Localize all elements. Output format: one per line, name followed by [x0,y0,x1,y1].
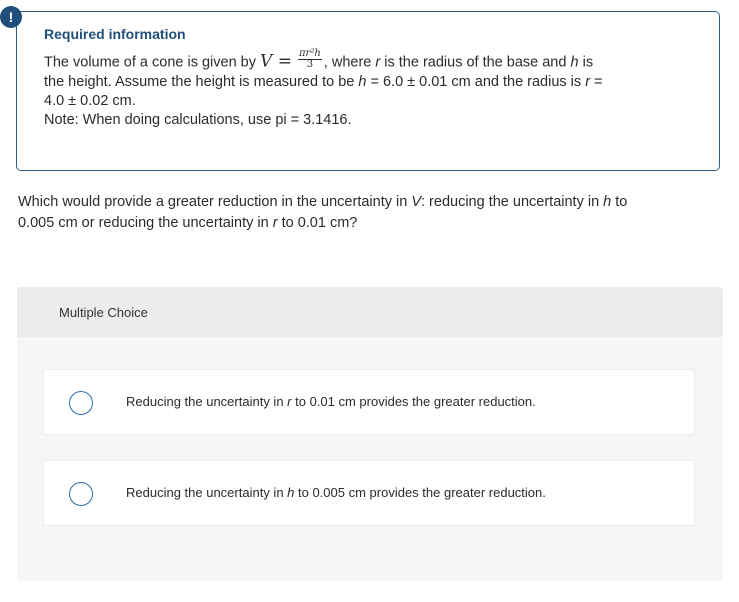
formula-fraction: πr²h 3 [297,49,322,70]
radio-button-icon[interactable] [69,391,93,415]
radio-button-icon[interactable] [69,482,93,506]
info-note: Note: When doing calculations, use pi = … [44,112,352,128]
multiple-choice-panel: Multiple Choice Reducing the uncertainty… [17,287,723,581]
choice-option-h[interactable]: Reducing the uncertainty in h to 0.005 c… [43,460,695,526]
required-info-title: Required information [44,26,186,42]
info-line-1: The volume of a cone is given by V = πr²… [44,48,594,72]
choice-option-label: Reducing the uncertainty in r to 0.01 cm… [126,394,536,409]
choice-option-label: Reducing the uncertainty in h to 0.005 c… [126,485,546,500]
formula-lhs: V = [260,51,292,72]
multiple-choice-label: Multiple Choice [59,305,148,320]
alert-icon: ! [0,6,22,28]
info-line-2: the height. Assume the height is measure… [44,74,603,90]
required-info-body: The volume of a cone is given by V = πr²… [44,48,664,130]
multiple-choice-header: Multiple Choice [17,287,723,337]
choice-option-r[interactable]: Reducing the uncertainty in r to 0.01 cm… [43,369,695,435]
formula-denominator: 3 [306,59,314,70]
info-line-3: 4.0 ± 0.02 cm. [44,93,136,109]
question-text: Which would provide a greater reduction … [18,194,628,231]
